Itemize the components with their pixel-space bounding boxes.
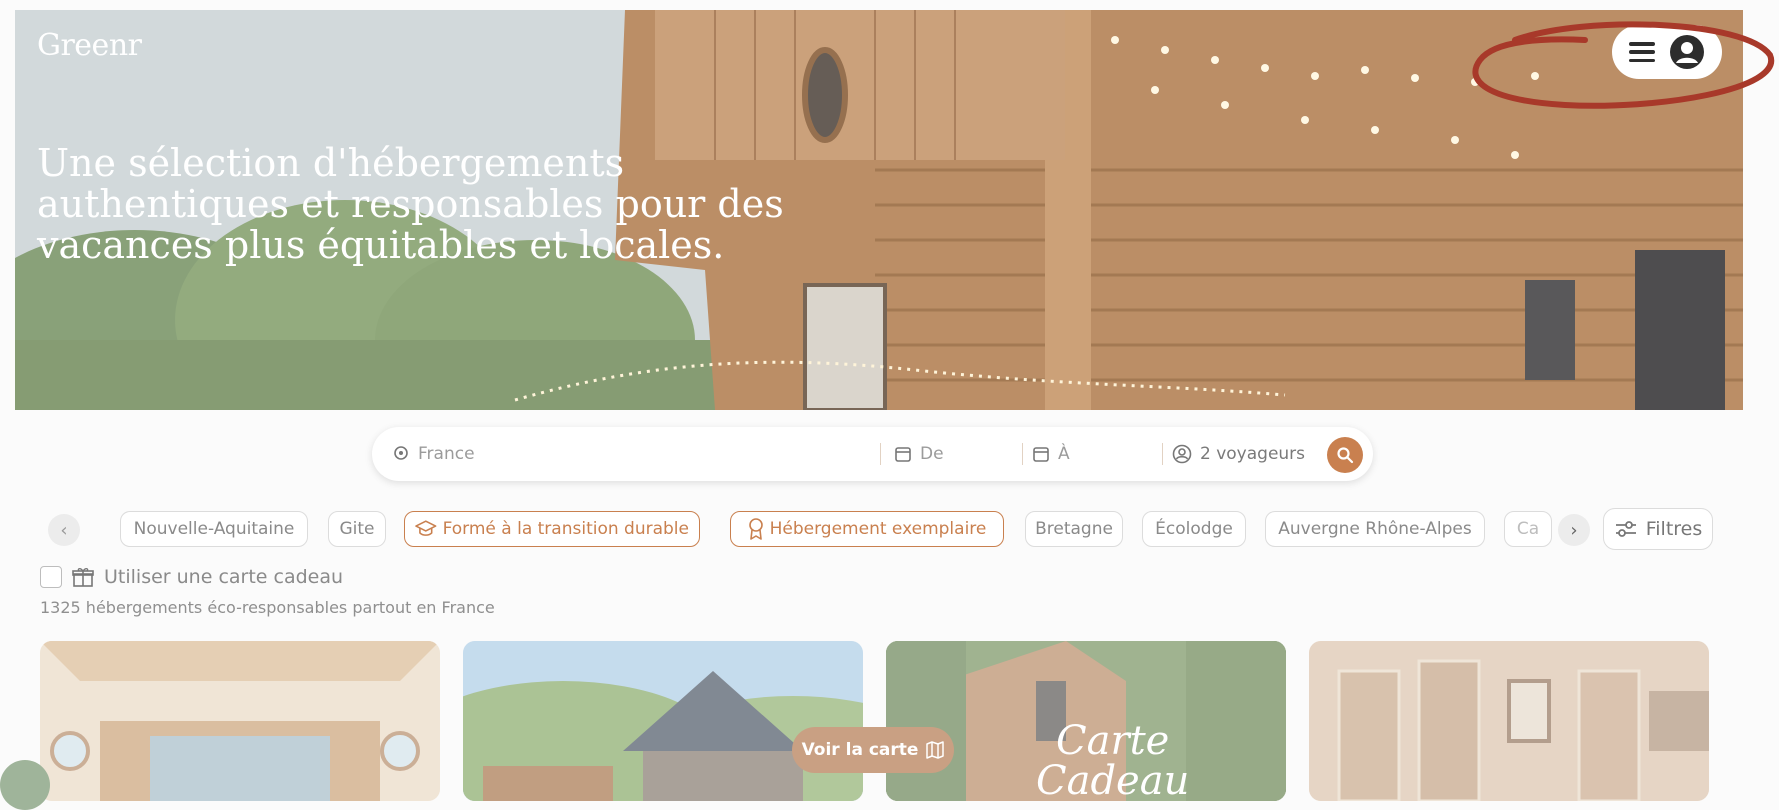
hero-headline: Une sélection d'hébergements authentique… (37, 141, 784, 267)
chevron-right-icon: › (1570, 519, 1578, 541)
date-to-placeholder: À (1058, 444, 1070, 464)
filter-chips-row: ‹ Nouvelle-Aquitaine Gite Formé à la tra… (48, 508, 1728, 552)
listing-card[interactable] (40, 641, 440, 801)
chip-forme-transition[interactable]: Formé à la transition durable (404, 511, 700, 547)
chips-prev-button[interactable]: ‹ (48, 514, 80, 546)
brand-logo[interactable]: Greenr (37, 28, 142, 63)
card-overlay (40, 641, 440, 801)
hamburger-icon (1629, 42, 1655, 62)
date-from-field[interactable]: De (894, 427, 944, 481)
chip-gite[interactable]: Gite (328, 511, 386, 547)
gift-card-title-line2: Cadeau (1036, 758, 1190, 801)
chip-label: Écolodge (1155, 519, 1233, 539)
chip-auvergne-rhone-alpes[interactable]: Auvergne Rhône-Alpes (1265, 511, 1485, 547)
chips-next-button[interactable]: › (1558, 514, 1590, 546)
gift-card-label: Utiliser une carte cadeau (104, 566, 344, 588)
gift-icon (72, 568, 94, 587)
date-from-placeholder: De (920, 444, 944, 464)
user-circle-icon (1172, 444, 1192, 464)
sliders-icon (1615, 521, 1636, 537)
location-pin-icon (394, 446, 408, 460)
results-count: 1325 hébergements éco-responsables parto… (40, 598, 495, 617)
chip-label: Formé à la transition durable (442, 519, 689, 539)
card-overlay (463, 641, 863, 801)
chip-label: Bretagne (1035, 519, 1113, 539)
user-icon (1670, 35, 1704, 69)
chip-label: Ca (1516, 519, 1540, 539)
chip-hebergement-exemplaire[interactable]: Hébergement exemplaire (730, 511, 1004, 547)
card-overlay (1309, 641, 1709, 801)
chevron-left-icon: ‹ (60, 519, 68, 541)
gift-card-promo[interactable]: Carte Cadeau (886, 641, 1286, 801)
gift-card-checkbox[interactable] (40, 566, 62, 588)
date-to-field[interactable]: À (1032, 427, 1070, 481)
gift-card-option: Utiliser une carte cadeau (40, 566, 343, 588)
chip-label: Nouvelle-Aquitaine (133, 519, 295, 539)
travelers-value: 2 voyageurs (1200, 444, 1306, 464)
chip-nouvelle-aquitaine[interactable]: Nouvelle-Aquitaine (120, 511, 308, 547)
location-field[interactable]: France (392, 427, 475, 481)
divider (880, 443, 881, 465)
travelers-field[interactable]: 2 voyageurs (1172, 427, 1305, 481)
listing-card[interactable] (463, 641, 863, 801)
search-bar: France De À 2 voyageurs (372, 427, 1373, 481)
award-ribbon-icon (748, 518, 763, 540)
calendar-icon (1033, 447, 1049, 462)
calendar-icon (895, 447, 911, 462)
show-map-label: Voir la carte (801, 740, 919, 760)
show-map-button[interactable]: Voir la carte (792, 727, 954, 773)
gift-card-title-line1: Carte (1056, 718, 1170, 764)
chip-bretagne[interactable]: Bretagne (1025, 511, 1123, 547)
chip-truncated[interactable]: Ca (1504, 511, 1552, 547)
search-icon (1337, 447, 1354, 464)
location-placeholder: France (418, 444, 475, 464)
listing-card[interactable] (1309, 641, 1709, 801)
divider (1022, 443, 1023, 465)
filters-label: Filtres (1645, 518, 1703, 540)
gift-card-title: Carte Cadeau (1036, 721, 1189, 801)
user-menu-button[interactable] (1612, 25, 1722, 79)
filters-button[interactable]: Filtres (1603, 508, 1713, 550)
search-button[interactable] (1327, 437, 1363, 473)
chip-label: Auvergne Rhône-Alpes (1278, 519, 1472, 539)
map-icon (926, 741, 945, 759)
chip-label: Hébergement exemplaire (769, 519, 987, 539)
graduation-cap-icon (415, 520, 437, 536)
divider (1162, 443, 1163, 465)
eco-badge-icon[interactable] (0, 760, 50, 810)
hero-banner: Greenr Une sélection d'hébergements auth… (15, 10, 1743, 410)
chip-ecolodge[interactable]: Écolodge (1142, 511, 1246, 547)
chip-label: Gite (339, 519, 375, 539)
